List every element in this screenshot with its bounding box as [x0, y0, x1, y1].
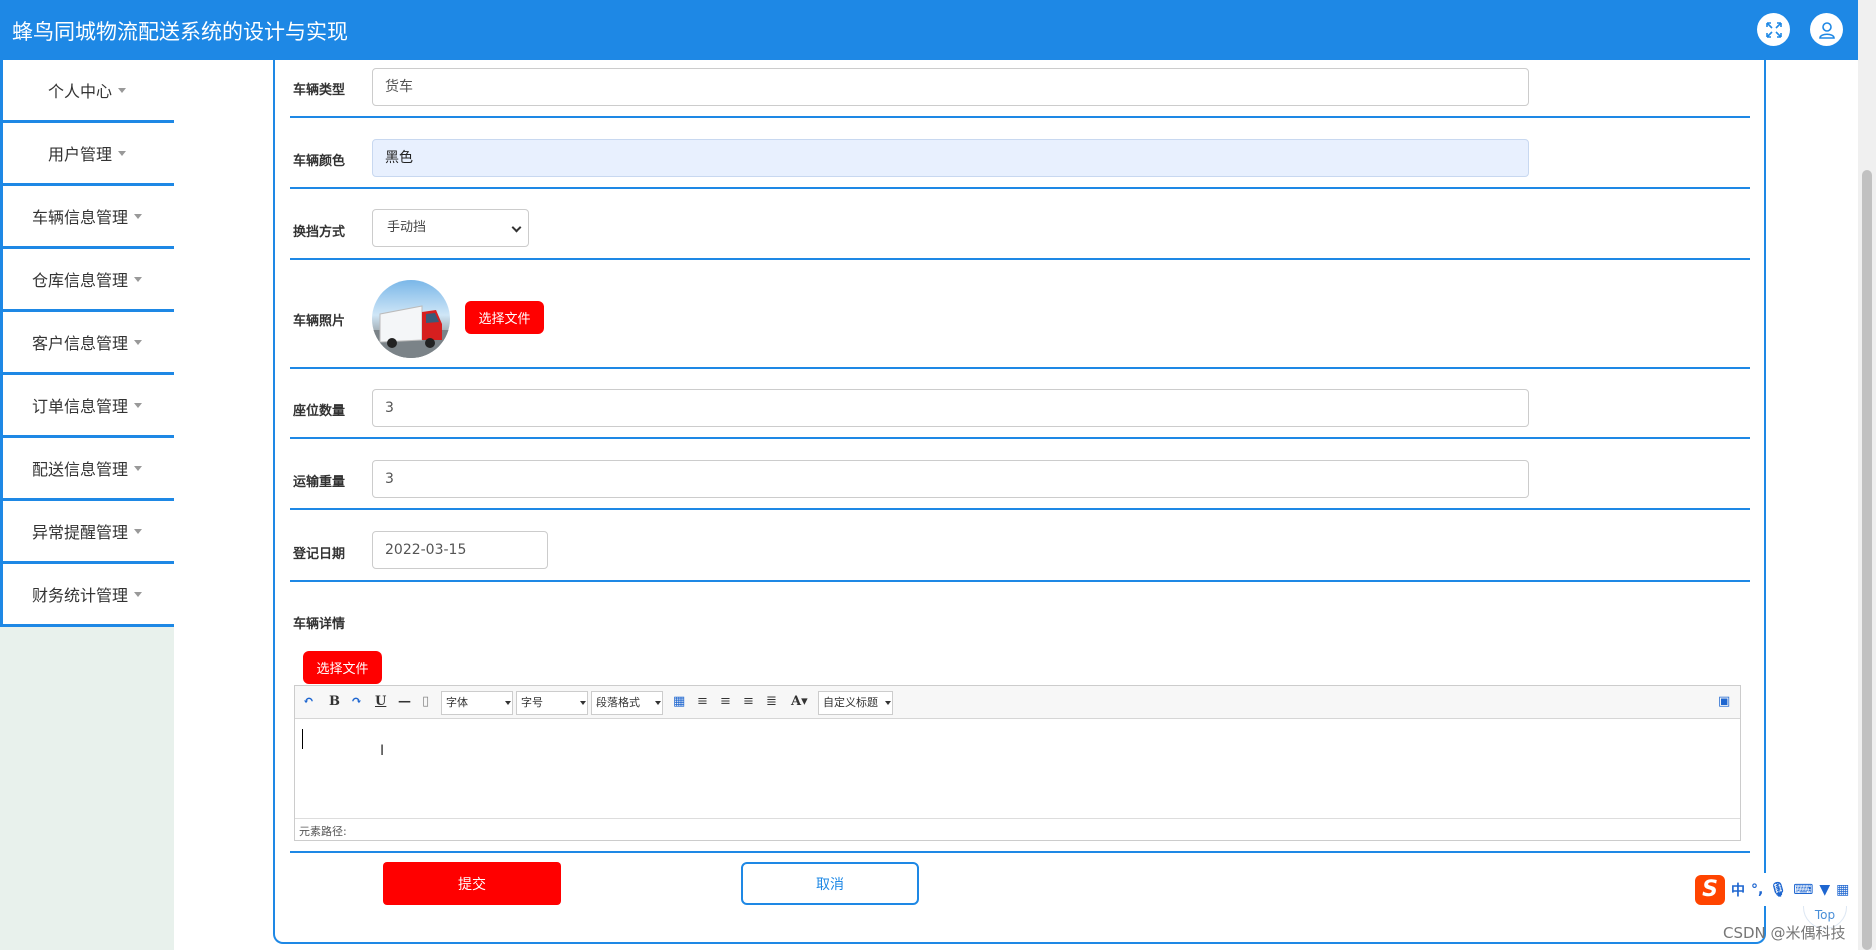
sidebar-item-label: 订单信息管理: [31, 397, 128, 416]
undo-icon[interactable]: ↶: [303, 694, 314, 709]
app-title: 蜂鸟同城物流配送系统的设计与实现: [12, 20, 348, 44]
sidebar-item-vehicle-management[interactable]: 车辆信息管理: [0, 186, 174, 249]
scrollbar-thumb[interactable]: [1862, 170, 1872, 950]
gear-type-value: 手动挡: [387, 220, 427, 235]
chevron-down-icon: [511, 222, 522, 233]
sidebar-item-finance-management[interactable]: 财务统计管理: [0, 564, 174, 627]
fullscreen-icon: [1765, 21, 1782, 38]
font-family-select[interactable]: 字体: [441, 691, 513, 715]
chevron-down-icon: [134, 276, 142, 282]
chevron-down-icon: [118, 87, 126, 93]
sogou-logo-icon: S: [1695, 874, 1725, 905]
vehicle-photo-label: 车辆照片: [293, 314, 346, 329]
watermark: CSDN @米偶科技: [1723, 924, 1846, 942]
sidebar-item-label: 财务统计管理: [31, 586, 128, 605]
seats-input[interactable]: 3: [372, 389, 1529, 427]
form-row-vehicle-color: 车辆颜色 黑色: [290, 130, 1750, 189]
sidebar-item-label: 仓库信息管理: [31, 271, 128, 290]
skin-icon[interactable]: ▼: [1819, 882, 1830, 898]
user-icon: [1818, 21, 1835, 39]
form-row-gear-type: 换挡方式 手动挡: [290, 201, 1750, 260]
vehicle-type-input[interactable]: 货车: [372, 68, 1529, 106]
vehicle-type-label: 车辆类型: [293, 83, 346, 98]
register-date-input[interactable]: 2022-03-15: [372, 531, 548, 569]
align-justify-icon[interactable]: ≣: [766, 694, 777, 709]
sidebar-item-label: 异常提醒管理: [31, 523, 128, 542]
font-size-select[interactable]: 字号: [516, 691, 588, 715]
bold-icon[interactable]: B: [329, 694, 340, 709]
align-center-icon[interactable]: ≡: [743, 694, 754, 709]
table-icon[interactable]: ▦: [673, 694, 685, 709]
horizontal-rule-icon[interactable]: —: [398, 694, 411, 709]
chevron-down-icon: [134, 213, 142, 219]
element-path: 元素路径:: [295, 818, 1740, 840]
redo-icon[interactable]: ↷: [351, 694, 362, 709]
apps-grid-icon[interactable]: ▦: [1836, 882, 1849, 898]
chevron-down-icon: [134, 528, 142, 534]
submit-button[interactable]: 提交: [383, 862, 561, 905]
form-row-vehicle-photo: 车辆照片 选择文件: [290, 260, 1750, 369]
paragraph-format-select[interactable]: 段落格式: [591, 691, 663, 715]
register-date-label: 登记日期: [293, 547, 346, 562]
ime-toolbar[interactable]: S 中 °, 🎙 ⌨ ▼ ▦: [1693, 873, 1857, 906]
vehicle-color-input[interactable]: 黑色: [372, 139, 1529, 177]
chevron-down-icon: [134, 591, 142, 597]
choose-photo-file-button[interactable]: 选择文件: [465, 301, 544, 334]
cancel-button[interactable]: 取消: [741, 862, 919, 905]
sidebar-item-label: 个人中心: [47, 82, 112, 101]
i-beam-cursor-icon: I: [380, 743, 385, 759]
chevron-down-icon: [134, 465, 142, 471]
underline-icon[interactable]: U: [375, 694, 386, 709]
document-icon[interactable]: ▯: [422, 694, 429, 709]
microphone-icon[interactable]: 🎙: [1769, 882, 1787, 898]
load-weight-input[interactable]: 3: [372, 460, 1529, 498]
sidebar-item-label: 配送信息管理: [31, 460, 128, 479]
truck-image: [372, 305, 450, 358]
sidebar-item-label: 车辆信息管理: [31, 208, 128, 227]
align-left-icon[interactable]: ≡: [697, 694, 708, 709]
gear-type-label: 换挡方式: [293, 225, 346, 240]
rich-text-editor: ↶ B ↷ U — ▯ 字体 字号 段落格式 ▦ ≡ ≡ ≡ ≣ A▾ 自定义标…: [294, 685, 1741, 841]
user-button[interactable]: [1810, 13, 1843, 46]
fullscreen-button[interactable]: [1757, 13, 1790, 46]
sidebar-item-customer-management[interactable]: 客户信息管理: [0, 312, 174, 375]
vehicle-color-label: 车辆颜色: [293, 154, 346, 169]
vehicle-photo-thumbnail: [372, 280, 450, 358]
custom-title-select[interactable]: 自定义标题: [818, 691, 893, 715]
sidebar-item-personal-center[interactable]: 个人中心: [0, 60, 174, 123]
editor-toolbar: ↶ B ↷ U — ▯ 字体 字号 段落格式 ▦ ≡ ≡ ≡ ≣ A▾ 自定义标…: [295, 686, 1740, 719]
form-row-vehicle-type: 车辆类型 货车: [290, 60, 1750, 118]
form-row-load-weight: 运输重量 3: [290, 451, 1750, 510]
sidebar-item-exception-management[interactable]: 异常提醒管理: [0, 501, 174, 564]
form-row-register-date: 登记日期 2022-03-15: [290, 522, 1750, 582]
preview-icon[interactable]: ▣: [1718, 694, 1730, 709]
chevron-down-icon: [118, 150, 126, 156]
seats-label: 座位数量: [293, 404, 346, 419]
vehicle-details-label: 车辆详情: [293, 617, 346, 632]
align-right-icon[interactable]: ≡: [720, 694, 731, 709]
sidebar-item-order-management[interactable]: 订单信息管理: [0, 375, 174, 438]
sidebar-item-label: 客户信息管理: [31, 334, 128, 353]
chevron-down-icon: [134, 402, 142, 408]
choose-details-file-button[interactable]: 选择文件: [303, 651, 382, 684]
text-cursor: [302, 729, 303, 749]
gear-type-select[interactable]: 手动挡: [372, 209, 529, 247]
sidebar-item-user-management[interactable]: 用户管理: [0, 123, 174, 186]
sidebar: 个人中心 用户管理 车辆信息管理 仓库信息管理 客户信息管理 订单信息管理 配送…: [0, 60, 174, 950]
load-weight-label: 运输重量: [293, 475, 346, 490]
font-color-icon[interactable]: A▾: [791, 694, 808, 709]
chevron-down-icon: [134, 339, 142, 345]
form-row-seats: 座位数量 3: [290, 380, 1750, 439]
sidebar-item-label: 用户管理: [47, 145, 112, 164]
sidebar-item-warehouse-management[interactable]: 仓库信息管理: [0, 249, 174, 312]
sidebar-item-delivery-management[interactable]: 配送信息管理: [0, 438, 174, 501]
ime-punctuation[interactable]: °,: [1751, 882, 1763, 898]
keyboard-icon[interactable]: ⌨: [1793, 882, 1813, 898]
ime-chinese-mode[interactable]: 中: [1731, 880, 1745, 900]
top-header: 蜂鸟同城物流配送系统的设计与实现: [0, 0, 1858, 60]
editor-content-area[interactable]: I: [295, 719, 1740, 818]
